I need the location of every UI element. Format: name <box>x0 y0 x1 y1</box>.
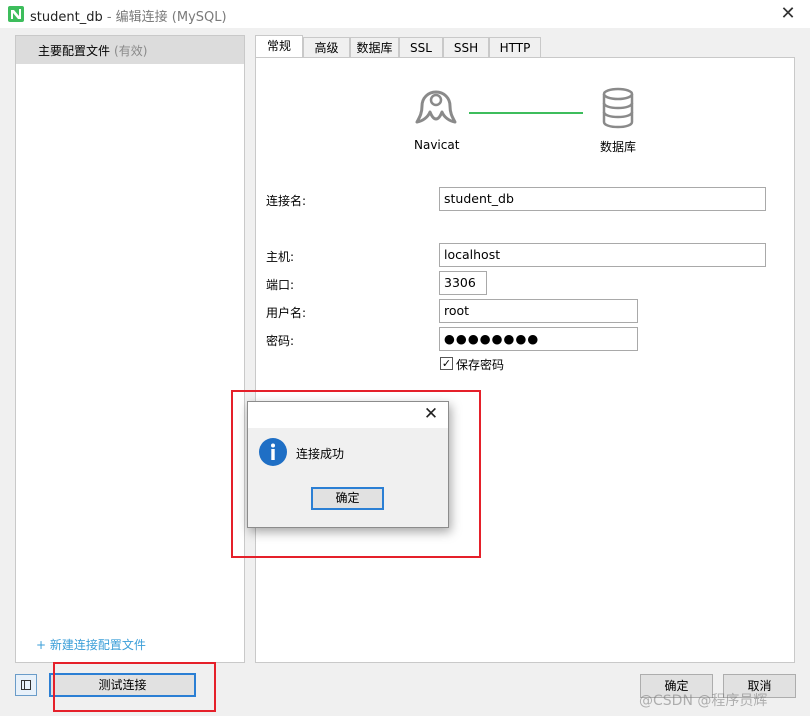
port-label: 端口: <box>266 278 295 292</box>
username-input[interactable]: root <box>439 299 638 323</box>
window-title: student_db - 编辑连接 (MySQL) <box>30 10 227 25</box>
tab-advanced[interactable]: 高级 <box>303 37 350 58</box>
profile-list-item-main[interactable]: 主要配置文件 (有效) <box>16 36 244 64</box>
connection-name-input[interactable]: student_db <box>439 187 766 211</box>
host-label: 主机: <box>266 250 295 264</box>
password-input[interactable]: ●●●●●●●● <box>439 327 638 351</box>
database-label: 数据库 <box>599 140 636 154</box>
profile-status: (有效) <box>114 44 148 58</box>
username-label: 用户名: <box>266 306 307 320</box>
sidebar-toggle-icon <box>21 680 31 690</box>
tab-http[interactable]: HTTP <box>489 37 541 58</box>
host-input[interactable]: localhost <box>439 243 766 267</box>
highlight-box-test-button <box>53 662 216 712</box>
general-tab-panel: Navicat 数据库 连接名: student_db 主机: localhos… <box>255 57 795 663</box>
profile-list-panel: 主要配置文件 (有效) + 新建连接配置文件 <box>15 35 245 663</box>
window-close-icon[interactable]: ✕ <box>778 4 798 24</box>
sidebar-toggle-button[interactable] <box>15 674 37 696</box>
tab-ssh[interactable]: SSH <box>443 37 489 58</box>
tab-ssl[interactable]: SSL <box>399 37 443 58</box>
new-profile-link[interactable]: + 新建连接配置文件 <box>36 636 146 653</box>
database-icon <box>602 87 634 129</box>
watermark: @CSDN @程序员辉 <box>639 693 768 709</box>
connection-line <box>469 112 583 114</box>
tab-databases[interactable]: 数据库 <box>350 37 399 58</box>
port-input[interactable]: 3306 <box>439 271 487 295</box>
navicat-logo-icon <box>415 90 457 124</box>
title-bar: student_db - 编辑连接 (MySQL) ✕ <box>0 0 810 28</box>
save-password-label[interactable]: 保存密码 <box>456 356 504 373</box>
save-password-checkbox[interactable]: ✓ <box>440 357 453 370</box>
highlight-box-dialog <box>231 390 481 558</box>
tab-general[interactable]: 常规 <box>255 35 303 58</box>
connection-name-label: 连接名: <box>266 194 307 208</box>
profile-label: 主要配置文件 (有效) <box>38 44 148 58</box>
password-label: 密码: <box>266 334 295 348</box>
navicat-app-icon <box>8 6 24 22</box>
navicat-label: Navicat <box>414 138 460 152</box>
